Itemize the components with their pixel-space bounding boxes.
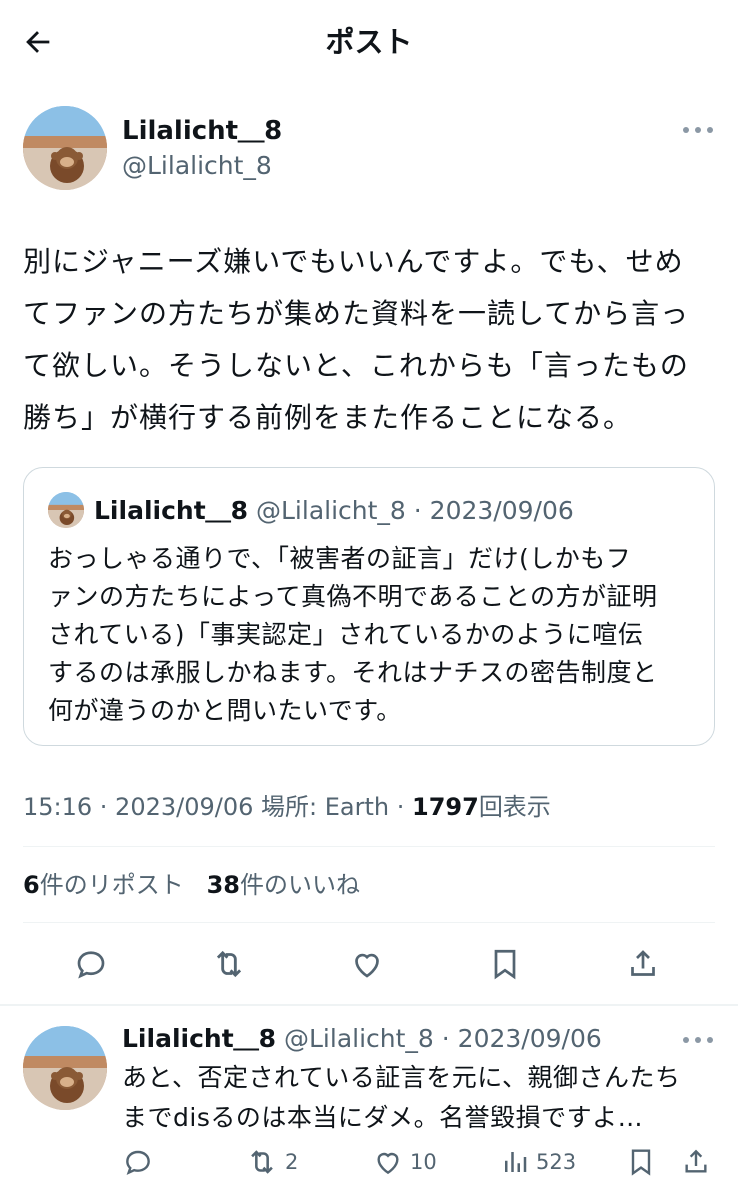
author-avatar[interactable] [23,106,107,190]
reply-like-count: 10 [410,1150,437,1174]
reposts-label: 件のリポスト [39,871,184,899]
reply-share-button[interactable] [680,1144,712,1180]
reposts-count: 6 [23,871,40,899]
reply-views-count: 523 [536,1150,577,1174]
views-label: 回表示 [478,793,551,821]
tweet-line: て欲しい。そうしないと、これからも「言ったもの [23,349,689,382]
quote-meta: @Lilalicht_8 · 2023/09/06 [256,496,574,525]
reply-button[interactable] [71,944,111,984]
tweet-meta: 15:16 · 2023/09/06 場所: Earth · 1797回表示 [23,790,551,824]
engagement-stats: 6件のリポスト 38件のいいね [23,868,360,902]
repost-button[interactable] [209,944,249,984]
location: 場所: Earth · [261,793,405,821]
likes-stat[interactable]: 38件のいいね [207,871,360,899]
views-count: 1797 [412,793,479,821]
reposts-stat[interactable]: 6件のリポスト [23,871,184,899]
quote-author-name: Lilalicht＿8 [94,496,249,525]
likes-count: 38 [206,871,240,899]
page-title: ポスト [325,25,413,59]
reply-line: あと、否定されている証言を元に、親御さんたち [122,1063,681,1092]
more-dot [707,1037,713,1043]
author-name[interactable]: Lilalicht＿8 [122,114,282,148]
section-divider [0,1004,738,1006]
timestamp[interactable]: 15:16 · 2023/09/06 [23,793,253,821]
more-horizontal-icon [683,127,689,133]
share-button[interactable] [623,944,663,984]
quote-line: ァンの方たちによって真偽不明であることの方が証明 [48,582,658,611]
reply-reply-button[interactable] [122,1144,154,1180]
quote-line: おっしゃる通りで、「被害者の証言」だけ(しかもフ [48,544,632,573]
more-dot [695,1037,701,1043]
more-dot [707,127,713,133]
reply-actions: 2 10 523 [0,1140,738,1184]
reply-author-name[interactable]: Lilalicht＿8 [122,1024,276,1053]
divider [23,922,715,923]
likes-label: 件のいいね [240,871,360,899]
tweet-line: てファンの方たちが集めた資料を一読してから言っ [23,297,690,330]
divider [23,846,715,847]
repost-icon [251,1150,273,1174]
quote-line: 何が違うのかと問いたいです。 [48,696,402,725]
reply-text: あと、否定されている証言を元に、親御さんたち までdisるのは本当にダメ。名誉毀… [122,1058,722,1138]
reply-bookmark-button[interactable] [625,1144,657,1180]
more-options-button[interactable] [680,118,716,142]
quote-header: Lilalicht＿8 @Lilalicht_8 · 2023/09/06 [94,494,574,528]
tweet-actions [0,936,738,992]
more-dot [695,127,701,133]
reply-bubble-icon [77,951,105,979]
share-icon [631,950,655,976]
quote-avatar [48,492,84,528]
reply-header: Lilalicht＿8 @Lilalicht_8 · 2023/09/06 [122,1022,602,1056]
tweet-text: 別にジャニーズ嫌いでもいいんですよ。でも、せめ てファンの方たちが集めた資料を一… [23,236,723,444]
reply-like-button[interactable]: 10 [372,1144,437,1180]
heart-icon [355,953,379,978]
reply-line: までdisるのは本当にダメ。名誉毀損ですよ… [122,1103,644,1132]
reply-repost-button[interactable]: 2 [245,1144,298,1180]
reply-views-button[interactable]: 523 [500,1144,576,1180]
bookmark-button[interactable] [485,944,525,984]
author-handle[interactable]: @Lilalicht_8 [122,150,272,182]
more-horizontal-icon [683,1037,689,1043]
reply-bubble-icon [126,1150,150,1175]
quote-line: されている)「事実認定」されているかのように喧伝 [48,620,644,649]
repost-icon [216,950,242,978]
tweet-line: 勝ち」が横行する前例をまた作ることになる。 [23,401,633,434]
bookmark-icon [631,1149,651,1176]
share-icon [685,1149,707,1173]
reply-more-button[interactable] [680,1028,716,1052]
tweet-line: 別にジャニーズ嫌いでもいいんですよ。でも、せめ [23,245,684,278]
reply-avatar[interactable] [23,1026,107,1110]
reply-repost-count: 2 [285,1150,299,1174]
top-bar: ポスト [0,0,738,84]
bookmark-icon [494,949,516,980]
quoted-tweet-card[interactable]: Lilalicht＿8 @Lilalicht_8 · 2023/09/06 おっ… [23,467,715,746]
quote-line: するのは承服しかねます。それはナチスの密告制度と [48,658,658,687]
quote-text: おっしゃる通りで、「被害者の証言」だけ(しかもフ ァンの方たちによって真偽不明で… [48,540,700,730]
reply-meta: @Lilalicht_8 · 2023/09/06 [284,1024,602,1053]
views-bar-icon [505,1152,527,1172]
heart-icon [377,1152,399,1175]
like-button[interactable] [347,944,387,984]
